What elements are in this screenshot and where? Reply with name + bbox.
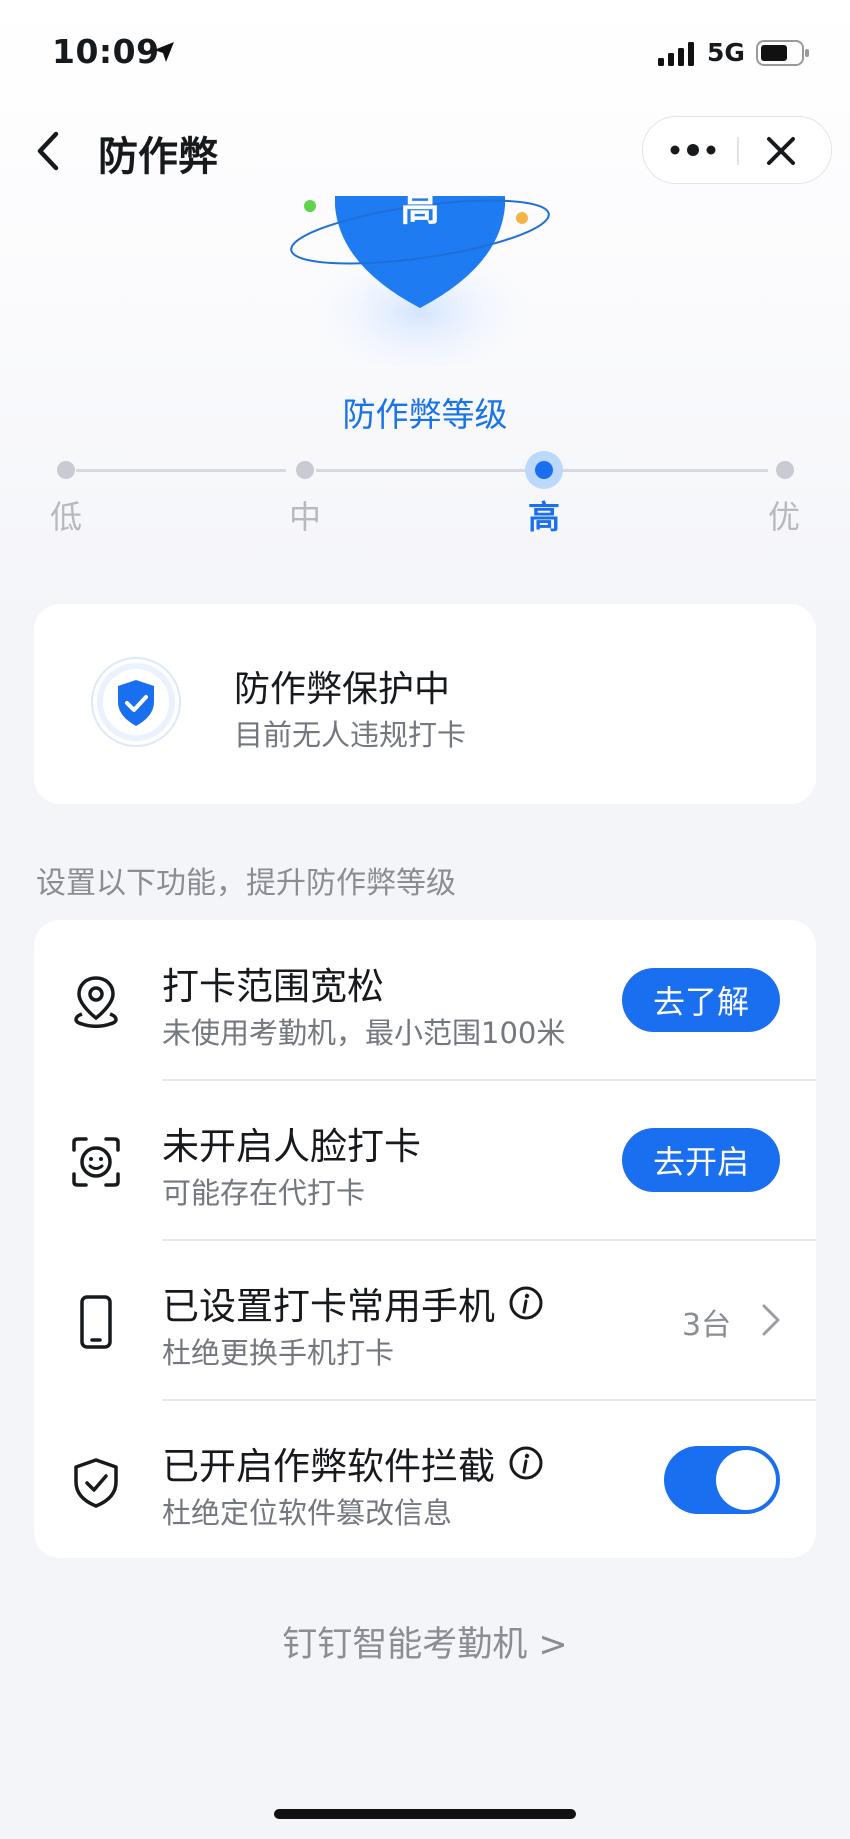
list-item-title: 已设置打卡常用手机 bbox=[162, 1276, 543, 1330]
face-scan-icon bbox=[72, 1137, 120, 1187]
location-pin-icon bbox=[74, 976, 118, 1028]
smart-attendance-link[interactable]: 钉钉智能考勤机 > bbox=[0, 1616, 850, 1667]
slider-track bbox=[76, 469, 286, 472]
home-indicator[interactable] bbox=[274, 1809, 576, 1819]
location-arrow-icon bbox=[154, 42, 174, 62]
phone-count: 3台 bbox=[682, 1308, 732, 1343]
list-item-title-text: 打卡范围宽松 bbox=[162, 965, 384, 1008]
info-icon[interactable] bbox=[509, 1446, 543, 1480]
shield-level-text: 高 bbox=[400, 196, 440, 230]
section-hint: 设置以下功能，提升防作弊等级 bbox=[36, 866, 456, 901]
info-icon[interactable] bbox=[509, 1286, 543, 1320]
level-title: 防作弊等级 bbox=[342, 395, 508, 434]
list-item-subtitle: 未使用考勤机，最小范围100米 bbox=[162, 1016, 566, 1050]
capsule-divider bbox=[737, 137, 739, 165]
enable-face-button[interactable]: 去开启 bbox=[622, 1128, 780, 1192]
close-icon[interactable] bbox=[761, 131, 801, 171]
battery-icon bbox=[756, 40, 809, 66]
list-item-title: 打卡范围宽松 bbox=[162, 956, 384, 1010]
list-item-title-text: 已开启作弊软件拦截 bbox=[162, 1445, 495, 1488]
level-dot-low[interactable] bbox=[57, 461, 75, 479]
list-item-face: 未开启人脸打卡 可能存在代打卡 去开启 bbox=[34, 1080, 816, 1240]
network-type: 5G bbox=[707, 38, 745, 67]
list-item-phone[interactable]: 已设置打卡常用手机 杜绝更换手机打卡 3台 bbox=[34, 1240, 816, 1400]
learn-more-button[interactable]: 去了解 bbox=[622, 968, 780, 1032]
level-label-medium: 中 bbox=[288, 498, 321, 536]
status-time: 10:09 bbox=[52, 32, 160, 71]
protection-status-subtitle: 目前无人违规打卡 bbox=[234, 718, 467, 752]
shield-check-badge-icon bbox=[91, 657, 181, 747]
list-item-cheat-block: 已开启作弊软件拦截 杜绝定位软件篡改信息 bbox=[34, 1400, 816, 1560]
signal-icon bbox=[658, 42, 694, 66]
more-icon[interactable] bbox=[667, 135, 719, 165]
list-item-range: 打卡范围宽松 未使用考勤机，最小范围100米 去了解 bbox=[34, 920, 816, 1080]
level-dot-medium[interactable] bbox=[296, 461, 314, 479]
list-item-title: 未开启人脸打卡 bbox=[162, 1116, 421, 1170]
list-item-title: 已开启作弊软件拦截 bbox=[162, 1436, 543, 1490]
level-label-low: 低 bbox=[49, 498, 82, 536]
level-label-high: 高 bbox=[527, 498, 560, 536]
shield-check-icon bbox=[74, 1458, 118, 1508]
shield-illustration: 高 bbox=[290, 196, 550, 366]
list-item-subtitle: 可能存在代打卡 bbox=[162, 1176, 366, 1210]
level-label-excellent: 优 bbox=[767, 498, 800, 536]
list-item-subtitle: 杜绝定位软件篡改信息 bbox=[162, 1496, 453, 1530]
list-item-title-text: 已设置打卡常用手机 bbox=[162, 1285, 495, 1328]
status-bar: 10:09 5G bbox=[0, 0, 850, 100]
mini-program-capsule bbox=[642, 116, 832, 184]
cheat-block-toggle[interactable] bbox=[664, 1446, 780, 1514]
slider-track bbox=[316, 469, 526, 472]
settings-list-card: 打卡范围宽松 未使用考勤机，最小范围100米 去了解 未开启人脸打卡 可能存在代… bbox=[34, 920, 816, 1558]
phone-icon bbox=[80, 1295, 112, 1349]
toggle-knob bbox=[716, 1450, 776, 1510]
protection-status-title: 防作弊保护中 bbox=[234, 669, 451, 710]
protection-status-card: 防作弊保护中 目前无人违规打卡 bbox=[34, 604, 816, 804]
chevron-right-icon bbox=[762, 1304, 780, 1336]
page-title: 防作弊 bbox=[98, 134, 218, 180]
list-item-title-text: 未开启人脸打卡 bbox=[162, 1125, 421, 1168]
back-icon[interactable] bbox=[30, 126, 70, 176]
list-item-subtitle: 杜绝更换手机打卡 bbox=[162, 1336, 395, 1370]
level-dot-high-active[interactable] bbox=[525, 451, 563, 489]
slider-track bbox=[562, 469, 768, 472]
level-dot-excellent[interactable] bbox=[776, 461, 794, 479]
level-slider[interactable]: 低 中 高 优 bbox=[0, 440, 850, 550]
